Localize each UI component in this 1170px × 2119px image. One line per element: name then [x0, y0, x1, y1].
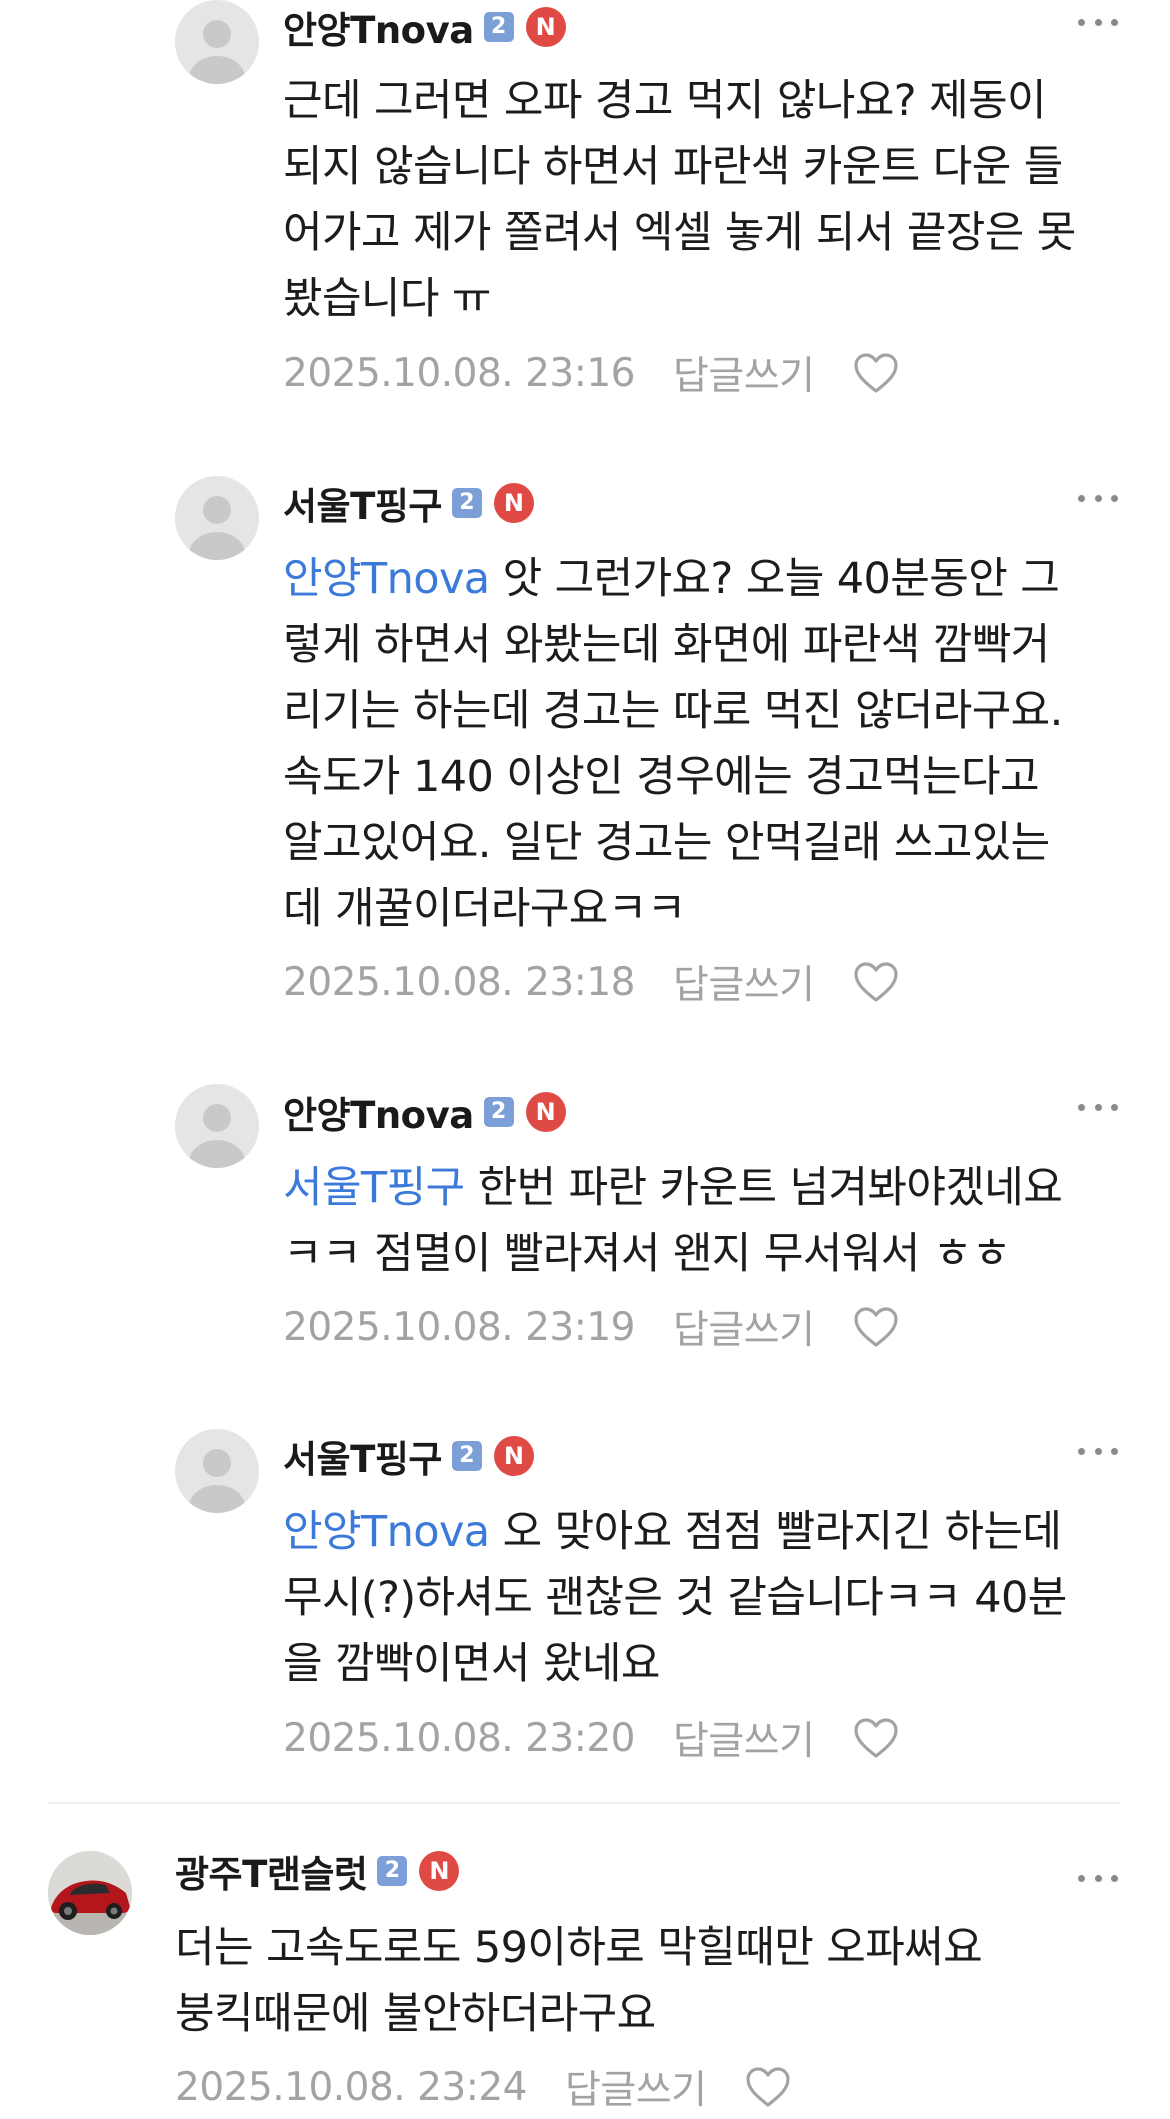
timestamp: 2025.10.08. 23:19 [283, 1304, 635, 1350]
comment-meta: 2025.10.08. 23:20 답글쓰기 [283, 1710, 899, 1766]
reply-button[interactable]: 답글쓰기 [673, 345, 815, 401]
mention-link[interactable]: 안양Tnova [283, 554, 490, 604]
author-nickname[interactable]: 서울T핑구 [283, 1429, 442, 1483]
default-avatar-icon[interactable] [175, 476, 259, 560]
comment-line: 알고있어요. 일단 경고는 안먹길래 쓰고있는 [283, 818, 1050, 868]
comment-header: 안양Tnova 2 N [283, 2, 566, 52]
comment-body: 서울T핑구 한번 파란 카운트 넘겨봐야겠네요 ㅋㅋ 점멸이 빨라져서 왠지 무… [283, 1155, 1170, 1287]
comment-header: 서울T핑구 2 N [283, 1431, 534, 1481]
more-dots-icon[interactable] [1078, 16, 1118, 28]
level-badge: 2 [377, 1856, 408, 1886]
comment-line: 어가고 제가 쫄려서 엑셀 놓게 되서 끝장은 못 [283, 208, 1076, 258]
heart-icon[interactable] [745, 2066, 791, 2108]
comment-line: 서울T핑구 한번 파란 카운트 넘겨봐야겠네요 [283, 1163, 1063, 1213]
comment-line: 되지 않습니다 하면서 파란색 카운트 다운 들 [283, 142, 1063, 192]
comment-line: 안양Tnova 오 맞아요 점점 빨라지긴 하는데 [283, 1507, 1062, 1557]
comment-line: 안양Tnova 앗 그런가요? 오늘 40분동안 그 [283, 554, 1060, 604]
comment-body: 근데 그러면 오파 경고 먹지 않나요? 제동이 되지 않습니다 하면서 파란색… [283, 68, 1170, 332]
timestamp: 2025.10.08. 23:16 [283, 350, 635, 396]
mention-link[interactable]: 안양Tnova [283, 1507, 490, 1557]
default-avatar-icon[interactable] [175, 0, 259, 84]
author-nickname[interactable]: 안양Tnova [283, 0, 474, 54]
comment-body: 안양Tnova 오 맞아요 점점 빨라지긴 하는데 무시(?)하셔도 괜찮은 것… [283, 1499, 1170, 1697]
heart-icon[interactable] [853, 352, 899, 394]
reply-button[interactable]: 답글쓰기 [673, 1710, 815, 1766]
comment-header: 서울T핑구 2 N [283, 478, 534, 528]
comment-line: 데 개꿀이더라구요ㅋㅋ [283, 884, 686, 934]
comment-meta: 2025.10.08. 23:19 답글쓰기 [283, 1299, 899, 1355]
timestamp: 2025.10.08. 23:20 [283, 1715, 635, 1761]
comment-meta: 2025.10.08. 23:24 답글쓰기 [175, 2059, 791, 2115]
level-badge: 2 [483, 1097, 514, 1127]
comment-divider [48, 1802, 1120, 1804]
comment-line: 근데 그러면 오파 경고 먹지 않나요? 제동이 [283, 76, 1047, 126]
comment-line: 렇게 하면서 와봤는데 화면에 파란색 깜빡거 [283, 620, 1050, 670]
more-dots-icon[interactable] [1078, 1101, 1118, 1113]
timestamp: 2025.10.08. 23:24 [175, 2064, 527, 2110]
car-avatar-icon[interactable] [48, 1851, 132, 1935]
default-avatar-icon[interactable] [175, 1429, 259, 1513]
level-badge: 2 [483, 12, 514, 42]
author-nickname[interactable]: 안양Tnova [283, 1085, 474, 1139]
timestamp: 2025.10.08. 23:18 [283, 959, 635, 1005]
new-badge: N [419, 1851, 460, 1891]
comment-meta: 2025.10.08. 23:18 답글쓰기 [283, 954, 899, 1010]
heart-icon[interactable] [853, 1306, 899, 1348]
comment-line: 리기는 하는데 경고는 따로 먹진 않더라구요. [283, 686, 1063, 736]
new-badge: N [525, 7, 566, 47]
comment-line: ㅋㅋ 점멸이 빨라져서 왠지 무서워서 ㅎㅎ [283, 1229, 1011, 1279]
reply-button[interactable]: 답글쓰기 [565, 2059, 707, 2115]
new-badge: N [493, 1436, 534, 1476]
comment-body: 더는 고속도로도 59이하로 막힐때만 오파써요 붕킥때문에 불안하더라구요 [175, 1915, 1135, 2047]
default-avatar-icon[interactable] [175, 1084, 259, 1168]
comment-meta: 2025.10.08. 23:16 답글쓰기 [283, 345, 899, 401]
level-badge: 2 [451, 1441, 482, 1471]
heart-icon[interactable] [853, 961, 899, 1003]
comment-body: 안양Tnova 앗 그런가요? 오늘 40분동안 그 렇게 하면서 와봤는데 화… [283, 546, 1170, 942]
comment-line: 붕킥때문에 불안하더라구요 [175, 1989, 656, 2039]
new-badge: N [493, 483, 534, 523]
more-dots-icon[interactable] [1078, 492, 1118, 504]
comment-line: 더는 고속도로도 59이하로 막힐때만 오파써요 [175, 1923, 983, 1973]
reply-button[interactable]: 답글쓰기 [673, 1299, 815, 1355]
comment-line: 무시(?)하셔도 괜찮은 것 같습니다ㅋㅋ 40분 [283, 1573, 1067, 1623]
more-dots-icon[interactable] [1078, 1872, 1118, 1884]
comment-line: 봤습니다 ㅠ [283, 274, 491, 324]
heart-icon[interactable] [853, 1717, 899, 1759]
comment-line: 속도가 140 이상인 경우에는 경고먹는다고 [283, 752, 1040, 802]
comment-header: 안양Tnova 2 N [283, 1087, 566, 1137]
more-dots-icon[interactable] [1078, 1445, 1118, 1457]
comment-line: 을 깜빡이면서 왔네요 [283, 1639, 660, 1689]
new-badge: N [525, 1092, 566, 1132]
author-nickname[interactable]: 서울T핑구 [283, 476, 442, 530]
comment-header: 광주T랜슬럿 2 N [175, 1844, 460, 1898]
mention-link[interactable]: 서울T핑구 [283, 1163, 465, 1213]
author-nickname[interactable]: 광주T랜슬럿 [175, 1844, 368, 1898]
reply-button[interactable]: 답글쓰기 [673, 954, 815, 1010]
level-badge: 2 [451, 488, 482, 518]
